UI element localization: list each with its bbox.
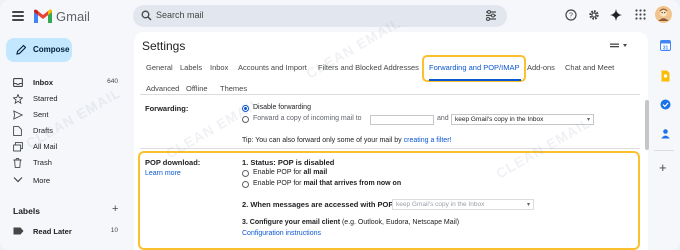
forwarding-label: Forwarding: bbox=[145, 104, 189, 113]
page-title: Settings bbox=[142, 39, 186, 53]
keep-icon[interactable] bbox=[661, 70, 670, 82]
sidebar-item-more[interactable]: More bbox=[0, 173, 128, 188]
forward-copy-label[interactable]: Forward a copy of incoming mail to bbox=[253, 115, 362, 122]
enable-pop-now-radio[interactable] bbox=[242, 181, 249, 188]
enable-pop-all-radio[interactable] bbox=[242, 170, 249, 177]
pop-access-value: keep Gmail's copy in the Inbox bbox=[396, 201, 485, 208]
tab-chat-and-meet[interactable]: Chat and Meet bbox=[565, 63, 614, 72]
display-density-icon[interactable] bbox=[610, 42, 630, 50]
avatar[interactable] bbox=[655, 6, 672, 23]
active-tab-highlight bbox=[422, 55, 526, 82]
forward-and-label: and bbox=[437, 115, 449, 122]
configure-client-heading: 3. Configure your email client bbox=[242, 219, 341, 226]
gmail-logo-icon[interactable] bbox=[33, 9, 53, 24]
pop-status: 1. Status: POP is disabled bbox=[242, 158, 335, 167]
top-bar: Gmail Search mail ? bbox=[0, 0, 680, 34]
label-tag-icon bbox=[13, 227, 24, 235]
enable-pop-all-label[interactable]: Enable POP for all mail bbox=[253, 169, 327, 176]
section-divider bbox=[140, 148, 640, 149]
pencil-icon bbox=[16, 44, 27, 55]
search-input[interactable]: Search mail bbox=[156, 10, 204, 20]
forwarding-tip: Tip: You can also forward only some of y… bbox=[242, 137, 451, 144]
search-options-icon[interactable] bbox=[485, 10, 497, 21]
pop-access-heading: 2. When messages are accessed with POP bbox=[242, 200, 394, 209]
tab-labels[interactable]: Labels bbox=[180, 63, 202, 72]
calendar-icon[interactable]: 31 bbox=[660, 40, 671, 51]
star-icon bbox=[13, 94, 23, 104]
main-menu-icon[interactable] bbox=[12, 11, 24, 21]
sidebar-item-read-later[interactable]: Read Later 10 bbox=[0, 224, 128, 239]
configure-client-text: 3. Configure your email client (e.g. Out… bbox=[242, 219, 459, 226]
draft-icon bbox=[13, 126, 22, 136]
gemini-sparkle-icon[interactable] bbox=[610, 9, 622, 21]
scrollbar[interactable] bbox=[645, 100, 649, 150]
contacts-icon[interactable] bbox=[660, 128, 671, 139]
enable-pop-now-label[interactable]: Enable POP for mail that arrives from no… bbox=[253, 180, 401, 187]
help-icon[interactable]: ? bbox=[565, 9, 577, 21]
active-tab-indicator bbox=[429, 79, 521, 81]
tasks-icon[interactable] bbox=[660, 99, 671, 110]
tabs-divider bbox=[140, 94, 640, 95]
settings-gear-icon[interactable] bbox=[588, 9, 600, 21]
tab-general[interactable]: General bbox=[146, 63, 173, 72]
forwarding-tip-text: Tip: You can also forward only some of y… bbox=[242, 137, 402, 144]
configuration-instructions-link[interactable]: Configuration instructions bbox=[242, 230, 321, 237]
chevron-down-icon: ▾ bbox=[526, 202, 530, 208]
tab-add-ons[interactable]: Add-ons bbox=[527, 63, 555, 72]
chevron-down-icon bbox=[13, 177, 23, 183]
pop-learn-more-link[interactable]: Learn more bbox=[145, 170, 181, 177]
enable-pop-now-bold: mail that arrives from now on bbox=[303, 180, 402, 187]
sidebar-item-trash[interactable]: Trash bbox=[0, 155, 128, 170]
forward-keep-copy-value: keep Gmail's copy in the Inbox bbox=[455, 116, 544, 123]
search-icon[interactable] bbox=[141, 10, 152, 21]
enable-pop-all-prefix: Enable POP for bbox=[253, 169, 304, 176]
gmail-wordmark: Gmail bbox=[56, 9, 90, 24]
tab-offline[interactable]: Offline bbox=[186, 84, 208, 93]
configure-client-examples: (e.g. Outlook, Eudora, Netscape Mail) bbox=[340, 219, 460, 226]
settings-tabs-row-1: General Labels Inbox Accounts and Import… bbox=[134, 63, 648, 77]
enable-pop-now-prefix: Enable POP for bbox=[253, 180, 304, 187]
inbox-icon bbox=[13, 78, 23, 87]
tab-advanced[interactable]: Advanced bbox=[146, 84, 179, 93]
search-bar[interactable]: Search mail bbox=[133, 5, 507, 27]
pop-access-select[interactable]: keep Gmail's copy in the Inbox ▾ bbox=[392, 199, 534, 210]
svg-text:?: ? bbox=[569, 13, 573, 20]
apps-grid-icon[interactable] bbox=[635, 9, 646, 20]
sent-icon bbox=[13, 110, 23, 120]
forward-address-select[interactable] bbox=[370, 115, 434, 125]
compose-button[interactable]: Compose bbox=[6, 38, 72, 62]
add-label-button[interactable]: + bbox=[112, 203, 118, 215]
svg-text:31: 31 bbox=[663, 45, 669, 51]
enable-pop-all-bold: all mail bbox=[303, 169, 328, 176]
tab-themes[interactable]: Themes bbox=[220, 84, 247, 93]
settings-tabs-row-2: Advanced Offline Themes bbox=[134, 84, 648, 98]
gmail-window: Gmail Search mail ? Compose Inbox 640 St… bbox=[0, 0, 680, 250]
add-addon-icon[interactable]: + bbox=[659, 160, 667, 175]
labels-heading: Labels bbox=[13, 206, 40, 216]
tab-accounts-and-import[interactable]: Accounts and Import bbox=[238, 63, 307, 72]
all-mail-icon bbox=[13, 142, 23, 152]
trash-icon bbox=[13, 158, 22, 168]
compose-label: Compose bbox=[33, 45, 70, 54]
rail-divider bbox=[654, 150, 674, 151]
create-filter-link[interactable]: creating a filter! bbox=[404, 137, 452, 144]
tab-inbox[interactable]: Inbox bbox=[210, 63, 228, 72]
sidebar-item-all-mail[interactable]: All Mail bbox=[0, 139, 128, 154]
